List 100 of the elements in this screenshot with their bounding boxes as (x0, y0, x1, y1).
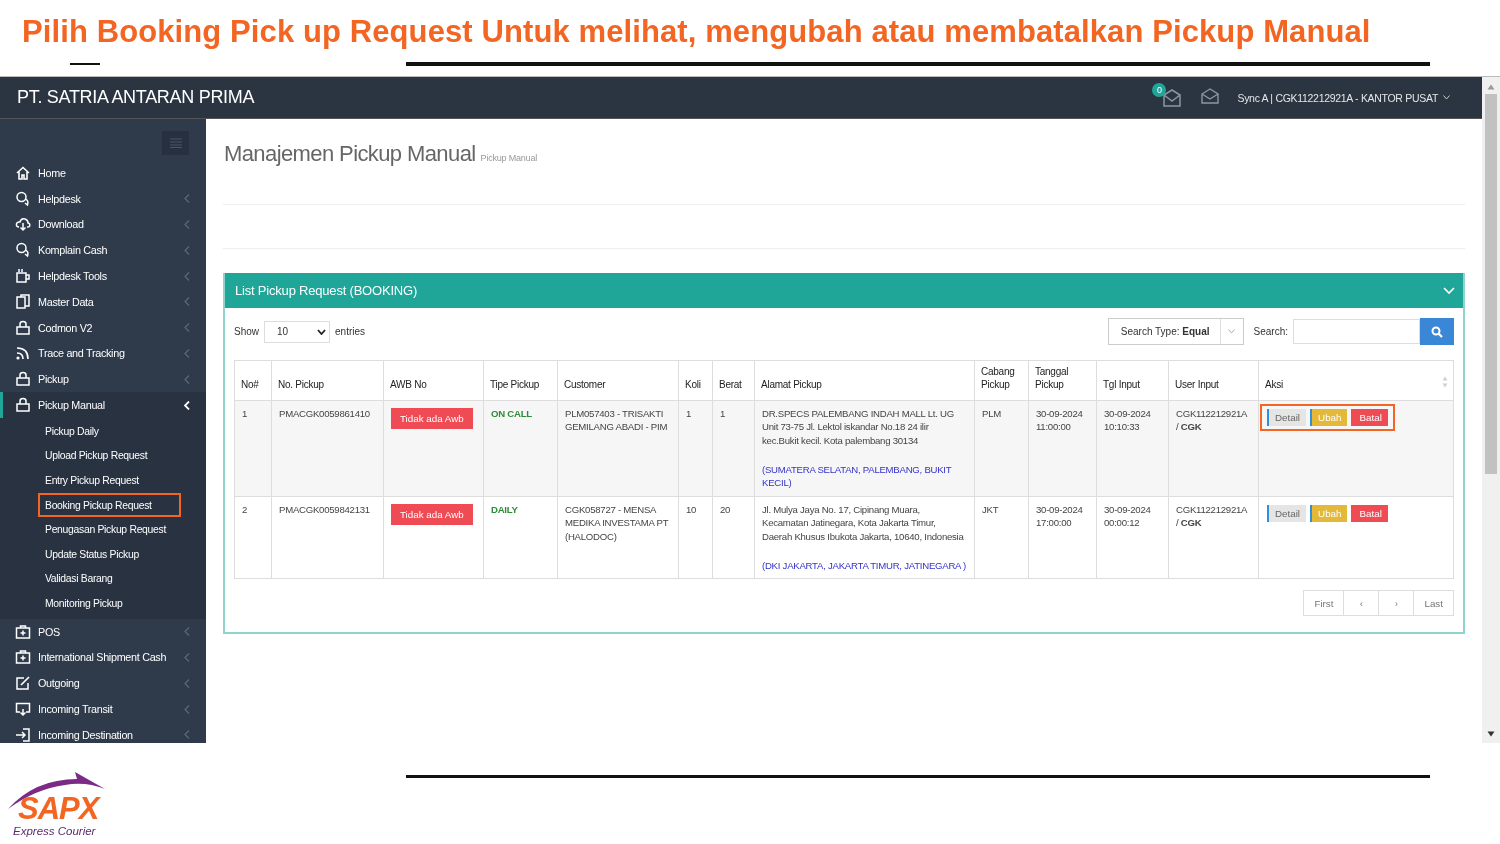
table-cell: 30-09-2024 11:00:00 (1028, 400, 1097, 497)
notification-badge: 0 (1152, 82, 1167, 97)
sidebar-item[interactable]: International Shipment Cash (0, 644, 206, 671)
sidebar-subitem[interactable]: Booking Pickup Request (38, 492, 181, 518)
sign-in-icon (15, 726, 31, 743)
sidebar-item[interactable]: Komplain Cash (0, 237, 206, 264)
table-cell: PLM057403 - TRISAKTI GEMILANG ABADI - PIM (557, 400, 679, 497)
table-cell: CGK058727 - MENSA MEDIKA INVESTAMA PT (HALODOC) (557, 496, 679, 579)
sidebar-subitem[interactable]: Update Status Pickup (38, 541, 181, 567)
edit-icon (15, 675, 31, 692)
table-cell: ON CALL (483, 400, 558, 497)
column-header[interactable]: Cabang Pickup (974, 360, 1029, 401)
sidebar-item[interactable]: Helpdesk (0, 185, 206, 212)
chevron-down-icon[interactable] (1443, 286, 1455, 295)
bag-icon (15, 371, 31, 388)
column-header[interactable]: Berat (712, 360, 755, 401)
bag-icon (15, 319, 31, 336)
table-cell: PMACGK0059842131 (271, 496, 384, 579)
column-header[interactable]: Tanggal Pickup (1028, 360, 1097, 401)
caret-icon (317, 328, 326, 335)
table-cell: PLM (974, 400, 1029, 497)
sidebar-item[interactable]: Outgoing (0, 670, 206, 697)
sidebar-item[interactable]: Incoming Destination (0, 721, 206, 748)
sidebar-item[interactable]: Helpdesk Tools (0, 263, 206, 289)
cancel-button[interactable]: Batal (1351, 408, 1388, 427)
entries-label: entries (335, 326, 366, 337)
sidebar-subitem[interactable]: Validasi Barang (38, 566, 181, 592)
table-cell: 2 (234, 496, 272, 579)
pagination-button[interactable]: First (1303, 590, 1345, 617)
mug-icon (15, 268, 31, 285)
table-cell: 1 (678, 400, 713, 497)
sidebar-item[interactable]: Codmon V2 (0, 314, 206, 341)
table-cell: PMACGK0059861410 (271, 400, 384, 497)
column-header[interactable]: Koli (678, 360, 713, 401)
scrollbar[interactable] (1482, 77, 1500, 743)
column-header[interactable]: User Input (1168, 360, 1259, 401)
sidebar-item[interactable]: Download (0, 211, 206, 238)
scroll-up-icon[interactable] (1487, 84, 1495, 90)
column-header[interactable]: Tgl Input (1096, 360, 1169, 401)
company-logo: SAPX Express Courier (5, 771, 107, 841)
sidebar-item[interactable]: Incoming Transit (0, 696, 206, 722)
search-button[interactable] (1420, 318, 1454, 345)
sidebar-item[interactable]: Home (0, 160, 206, 186)
region-link[interactable]: (DKI JAKARTA, JAKARTA TIMUR, JATINEGARA ) (762, 559, 967, 573)
monitor-icon (15, 701, 31, 717)
sidebar-item[interactable]: POS (0, 618, 206, 645)
sidebar-subitem[interactable]: Upload Pickup Request (38, 443, 181, 469)
sidebar-subitem[interactable]: Penugasan Pickup Request (38, 517, 181, 542)
table-cell: JKT (974, 496, 1029, 579)
sidebar-item[interactable]: Master Data (0, 289, 206, 315)
sidebar-item[interactable]: Pickup Manual (0, 392, 206, 418)
table-cell: 30-09-2024 10:10:33 (1096, 400, 1169, 497)
column-header[interactable]: Aksi (1258, 360, 1454, 401)
menu-icon (169, 138, 182, 148)
detail-button[interactable]: Detail (1267, 504, 1307, 523)
region-link[interactable]: (SUMATERA SELATAN, PALEMBANG, BUKIT KECIL) (762, 463, 967, 490)
column-header[interactable]: No# (234, 360, 272, 401)
awb-status-button[interactable]: Tidak ada Awb (391, 407, 473, 430)
detail-button[interactable]: Detail (1267, 408, 1307, 427)
pagination-button[interactable]: › (1378, 590, 1415, 617)
column-header[interactable]: Alamat Pickup (754, 360, 975, 401)
sidebar-subitem[interactable]: Entry Pickup Request (38, 468, 181, 493)
sidebar-subitem[interactable]: Pickup Daily (38, 418, 181, 444)
home-icon (15, 164, 31, 181)
column-header[interactable]: No. Pickup (271, 360, 384, 401)
caret-icon (1443, 95, 1450, 100)
table-cell: 30-09-2024 17:00:00 (1028, 496, 1097, 579)
search-type-select[interactable]: Search Type: Equal (1107, 318, 1244, 345)
cancel-button[interactable]: Batal (1351, 504, 1388, 523)
column-header[interactable]: Customer (557, 360, 679, 401)
page-subtitle: Pickup Manual (480, 153, 537, 163)
pagination-button[interactable]: Last (1413, 590, 1454, 617)
page-size-select[interactable]: 10 (264, 320, 330, 343)
awb-status-button[interactable]: Tidak ada Awb (391, 503, 473, 526)
sort-icon (1442, 376, 1448, 388)
bag-icon (15, 397, 31, 414)
sidebar-item[interactable]: Pickup (0, 366, 206, 393)
table-cell: 1 (712, 400, 755, 497)
scroll-down-icon[interactable] (1487, 731, 1495, 737)
address-text: DR.SPECS PALEMBANG INDAH MALL Lt. UG Unit 73-75 Jl. Lektol iskandar No.18 24 ilir kec.Bukit kecil. Kota palembang 30134 (762, 406, 955, 448)
envelope-icon[interactable] (1201, 87, 1220, 104)
search-icon (1431, 325, 1443, 338)
caret-icon (1228, 329, 1236, 334)
medical-kit-icon (15, 649, 31, 666)
search-label: Search: (1253, 326, 1288, 337)
menu-toggle-button[interactable] (162, 131, 189, 155)
table-cell: DAILY (483, 496, 558, 579)
pagination-button[interactable]: ‹ (1343, 590, 1380, 617)
show-label: Show (234, 326, 259, 337)
table-cell: 10 (678, 496, 713, 579)
sidebar-subitem[interactable]: Monitoring Pickup (38, 591, 181, 616)
cloud-download-icon (15, 216, 31, 233)
column-header[interactable]: AWB No (383, 360, 484, 401)
company-name: PT. SATRIA ANTARAN PRIMA (17, 87, 255, 108)
column-header[interactable]: Tipe Pickup (483, 360, 558, 401)
search-field[interactable] (1293, 319, 1420, 344)
user-menu[interactable]: Sync A | CGK112212921A - KANTOR PUSAT (1237, 91, 1450, 104)
sidebar-item[interactable]: Trace and Tracking (0, 340, 206, 367)
address-text: Jl. Mulya Jaya No. 17, Cipinang Muara, Kecamatan Jatinegara, Kota Jakarta Timur, Daerah Khusus Ibukota Jakarta, 10640, Indonesia (762, 502, 965, 544)
mail-icon[interactable] (1161, 88, 1184, 107)
